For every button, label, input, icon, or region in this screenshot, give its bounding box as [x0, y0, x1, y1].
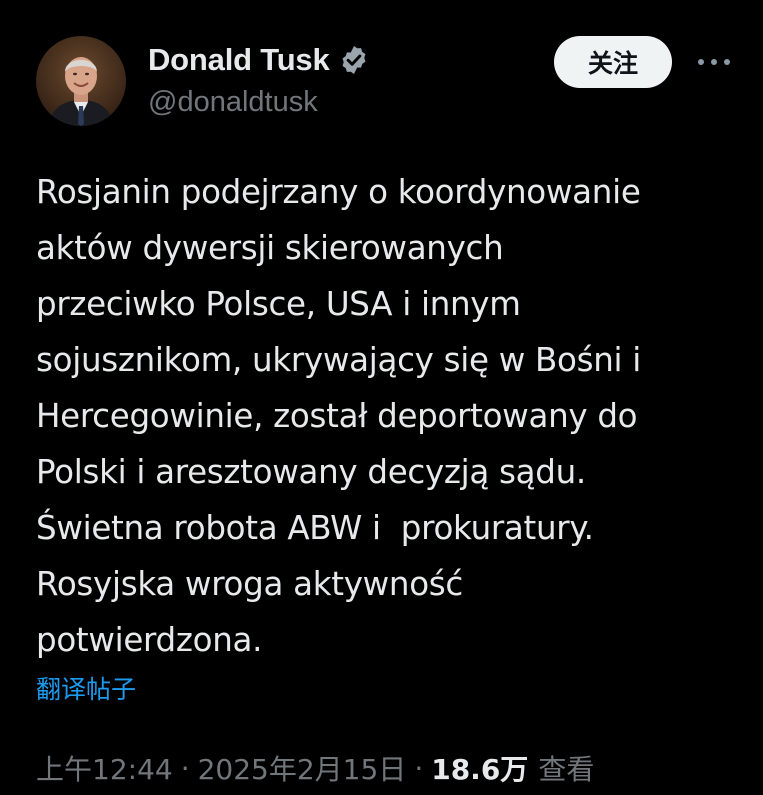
- meta-separator: ·: [414, 751, 424, 785]
- tweet-text-line: aktów dywersji skierowanych: [36, 229, 504, 267]
- tweet-text-line: Rosyjska wroga aktywność: [36, 565, 463, 603]
- tweet-text: Rosjanin podejrzany o koordynowanie aktó…: [36, 164, 736, 668]
- verified-badge-icon[interactable]: [338, 44, 370, 76]
- tweet-date[interactable]: 2025年2月15日: [198, 748, 407, 788]
- author-display-name[interactable]: Donald Tusk: [148, 42, 330, 78]
- author-handle[interactable]: @donaldtusk: [148, 86, 370, 119]
- dot: [724, 59, 730, 65]
- follow-button[interactable]: 关注: [554, 36, 672, 88]
- tweet-text-line: Rosjanin podejrzany o koordynowanie: [36, 173, 641, 211]
- dot: [711, 59, 717, 65]
- tweet-time[interactable]: 上午12:44: [36, 748, 173, 788]
- tweet-text-line: przeciwko Polsce, USA i innym: [36, 285, 521, 323]
- name-row: Donald Tusk: [148, 40, 370, 80]
- tweet-text-line: Świetna robota ABW i prokuratury.: [36, 509, 594, 547]
- tweet-meta: 上午12:44 · 2025年2月15日 · 18.6万 查看: [36, 748, 594, 788]
- tweet-text-line: potwierdzona.: [36, 621, 263, 659]
- views-count[interactable]: 18.6万: [431, 748, 528, 788]
- translate-post-link[interactable]: 翻译帖子: [36, 670, 136, 706]
- avatar[interactable]: [36, 36, 126, 126]
- avatar-image: [36, 36, 126, 126]
- tweet-text-line: Polski i aresztowany decyzją sądu.: [36, 453, 586, 491]
- tweet-text-line: Hercegowinie, został deportowany do: [36, 397, 638, 435]
- tweet-text-line: sojusznikom, ukrywający się w Bośni i: [36, 341, 642, 379]
- dot: [698, 59, 704, 65]
- views-label: 查看: [538, 753, 595, 786]
- author-info: Donald Tusk @donaldtusk: [148, 40, 370, 119]
- more-options-button[interactable]: [692, 48, 736, 76]
- meta-separator: ·: [180, 751, 190, 785]
- more-horizontal-icon: [698, 59, 730, 65]
- tweet-header: Donald Tusk @donaldtusk 关注: [36, 36, 733, 128]
